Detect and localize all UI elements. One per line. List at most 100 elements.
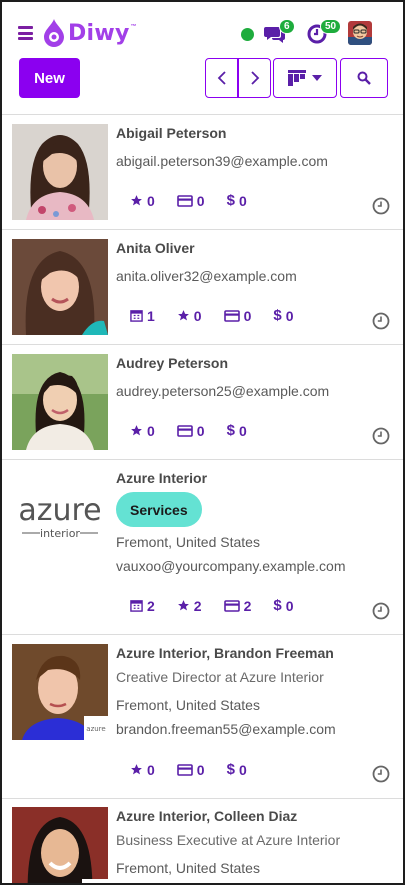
contact-name: Azure Interior [116, 470, 208, 486]
hamburger-icon[interactable] [18, 26, 33, 40]
contact-photo: azure [12, 644, 108, 740]
chevron-left-icon [217, 71, 226, 85]
view-switcher-button[interactable] [273, 58, 337, 98]
search-icon [357, 71, 371, 85]
dollar-icon: $ [226, 422, 235, 439]
stat-cards[interactable]: 2 [223, 597, 252, 614]
contact-job-title: Creative Director at Azure Interior [116, 669, 324, 685]
contact-name: Azure Interior, Colleen Diaz [116, 808, 298, 824]
credit-card-icon [176, 763, 193, 776]
stat-money-value: 0 [285, 307, 294, 324]
stat-cards-value: 0 [243, 307, 252, 324]
stat-favorites[interactable]: 0 [177, 308, 202, 324]
contact-location: Fremont, United States [116, 534, 260, 550]
stat-cards-value: 0 [196, 761, 205, 778]
dollar-icon: $ [226, 192, 235, 209]
stat-cards[interactable]: 0 [223, 307, 252, 324]
stat-money-value: 0 [238, 422, 247, 439]
new-button[interactable]: New [19, 58, 80, 98]
kanban-card[interactable]: Anita Oliver anita.oliver32@example.com … [2, 230, 403, 345]
dollar-icon: $ [273, 307, 282, 324]
stat-money[interactable]: $ 0 [227, 192, 247, 209]
chevron-right-icon [250, 71, 259, 85]
stat-favorites[interactable]: 2 [177, 598, 202, 614]
kanban-icon [288, 70, 306, 86]
activity-clock-icon[interactable] [372, 312, 390, 330]
contact-stats: 2 2 2 $ 0 [130, 597, 316, 614]
contact-stats: 0 0 $ 0 [130, 192, 269, 209]
logo-text: Diwy [68, 20, 130, 46]
star-icon [131, 425, 142, 436]
contact-email: audrey.peterson25@example.com [116, 383, 330, 399]
kanban-card[interactable]: Audrey Peterson audrey.peterson25@exampl… [2, 345, 403, 460]
contact-email: abigail.peterson39@example.com [116, 153, 328, 169]
stat-meetings-value: 1 [147, 307, 155, 324]
contact-name: Audrey Peterson [116, 355, 229, 371]
contact-name: Anita Oliver [116, 240, 195, 256]
kanban-card[interactable]: Azure Interior, Colleen Diaz Business Ex… [2, 799, 403, 883]
calendar-icon [130, 600, 143, 612]
kanban-card[interactable]: Abigail Peterson abigail.peterson39@exam… [2, 115, 403, 230]
search-button[interactable] [340, 58, 388, 98]
logo-trademark: ™ [130, 24, 137, 30]
contact-photo [12, 124, 108, 220]
contact-name: Abigail Peterson [116, 125, 227, 141]
stat-cards-value: 0 [196, 192, 205, 209]
contact-name: Azure Interior, Brandon Freeman [116, 645, 334, 661]
stat-favorites-value: 0 [147, 192, 155, 209]
company-logo: azure interior [12, 486, 108, 546]
stat-cards[interactable]: 0 [176, 192, 205, 209]
stat-favorites[interactable]: 0 [130, 193, 155, 209]
activity-clock-icon[interactable] [372, 197, 390, 215]
stat-cards-value: 0 [196, 422, 205, 439]
messages-badge: 6 [279, 19, 295, 34]
stat-money[interactable]: $ 0 [227, 422, 247, 439]
kanban-card[interactable]: azure Azure Interior, Brandon Freeman Cr… [2, 635, 403, 799]
company-badge-word: azure [86, 725, 105, 733]
company-logo-subword: interior [40, 527, 80, 540]
contact-stats: 0 0 $ 0 [130, 761, 269, 778]
star-icon [177, 600, 189, 611]
stat-money[interactable]: $ 0 [227, 761, 247, 778]
stat-cards[interactable]: 0 [176, 761, 205, 778]
contact-photo [12, 239, 108, 335]
stat-favorites[interactable]: 0 [130, 423, 155, 439]
credit-card-icon [176, 194, 193, 207]
star-icon [131, 195, 142, 206]
stat-cards-value: 2 [243, 597, 252, 614]
contact-photo [12, 807, 108, 883]
stat-money[interactable]: $ 0 [273, 307, 293, 324]
activity-clock-icon[interactable] [372, 427, 390, 445]
credit-card-icon [223, 599, 240, 612]
control-panel: Diwy ™ 6 50 New [2, 2, 403, 115]
presence-status-dot [241, 28, 254, 41]
stat-favorites-value: 0 [147, 422, 155, 439]
activity-clock-icon[interactable] [372, 765, 390, 783]
stat-favorites[interactable]: 0 [130, 762, 155, 778]
contact-location: Fremont, United States [116, 860, 260, 876]
previous-page-button[interactable] [205, 58, 238, 98]
contact-stats: 0 0 $ 0 [130, 422, 269, 439]
stat-favorites-value: 2 [193, 597, 202, 614]
credit-card-icon [176, 424, 193, 437]
activity-clock-icon[interactable] [372, 602, 390, 620]
stat-favorites-value: 0 [147, 761, 155, 778]
contact-location: Fremont, United States [116, 697, 260, 713]
stat-money[interactable]: $ 0 [273, 597, 293, 614]
stat-cards[interactable]: 0 [176, 422, 205, 439]
next-page-button[interactable] [238, 58, 271, 98]
star-icon [131, 764, 142, 775]
contact-email: vauxoo@yourcompany.example.com [116, 558, 346, 574]
stat-favorites-value: 0 [193, 307, 202, 324]
activities-badge: 50 [320, 19, 342, 34]
avatar[interactable] [348, 21, 372, 45]
category-tag[interactable]: Services [116, 492, 202, 527]
kanban-card[interactable]: azure interior Azure Interior Services F… [2, 460, 403, 635]
calendar-icon [130, 310, 143, 322]
app-logo[interactable]: Diwy ™ [42, 18, 137, 48]
contact-stats: 1 0 0 $ 0 [130, 307, 316, 324]
stat-meetings[interactable]: 1 [130, 308, 155, 324]
stat-money-value: 0 [238, 192, 247, 209]
stat-meetings[interactable]: 2 [130, 598, 155, 614]
drop-logo-icon [44, 19, 64, 47]
